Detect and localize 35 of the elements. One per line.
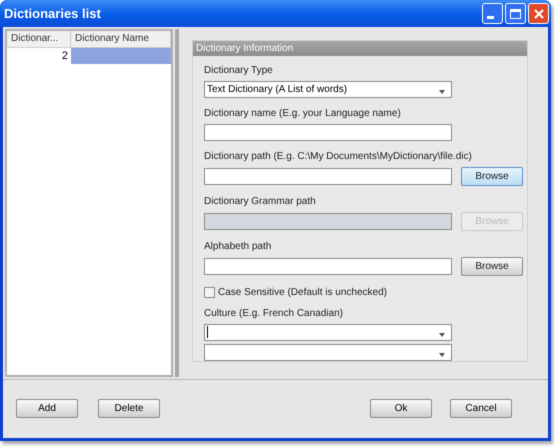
minimize-icon <box>487 16 494 19</box>
dialog-button[interactable]: Cancel <box>450 398 512 418</box>
field-label: Culture (E.g. French Canadian) <box>204 307 344 320</box>
action-button[interactable]: Add <box>16 398 78 418</box>
checkbox[interactable] <box>204 287 215 298</box>
action-button[interactable]: Delete <box>98 398 160 418</box>
browse-button[interactable]: Browse <box>461 257 523 276</box>
dropdown-caret-icon <box>439 333 445 337</box>
field-label: Dictionary path (E.g. C:\My Documents\MyDictionary\file.dic) <box>204 150 473 163</box>
table-cell[interactable] <box>71 48 171 64</box>
field-label: Alphabeth path <box>204 240 272 253</box>
window-title: Dictionaries list <box>4 4 102 23</box>
path-field[interactable] <box>204 168 452 185</box>
column-header[interactable]: Dictionary Name <box>71 31 171 47</box>
dropdown-field[interactable]: Text Dictionary (A List of words) <box>204 81 452 98</box>
checkbox-label: Case Sensitive (Default is unchecked) <box>218 286 387 300</box>
dropdown-caret-icon <box>439 353 445 357</box>
text-field[interactable] <box>204 124 452 141</box>
maximize-icon <box>510 8 521 18</box>
field-label: Dictionary Grammar path <box>204 195 317 208</box>
field-label: Dictionary name (E.g. your Language name) <box>204 107 402 120</box>
column-header[interactable]: Dictionar... <box>7 31 71 47</box>
dropdown-field[interactable] <box>204 344 452 361</box>
field-label: Dictionary Type <box>204 64 274 77</box>
browse-button[interactable]: Browse <box>461 167 523 186</box>
dropdown-field[interactable] <box>204 324 452 341</box>
dialog-button[interactable]: Ok <box>370 398 432 418</box>
close-button[interactable] <box>528 3 549 24</box>
path-field[interactable] <box>204 258 452 275</box>
maximize-button[interactable] <box>505 3 526 24</box>
panel-header: Dictionary Information <box>193 41 527 56</box>
minimize-button[interactable] <box>482 3 503 24</box>
dropdown-caret-icon <box>439 90 445 94</box>
table-cell[interactable]: 2 <box>7 48 71 64</box>
close-icon <box>534 8 544 18</box>
